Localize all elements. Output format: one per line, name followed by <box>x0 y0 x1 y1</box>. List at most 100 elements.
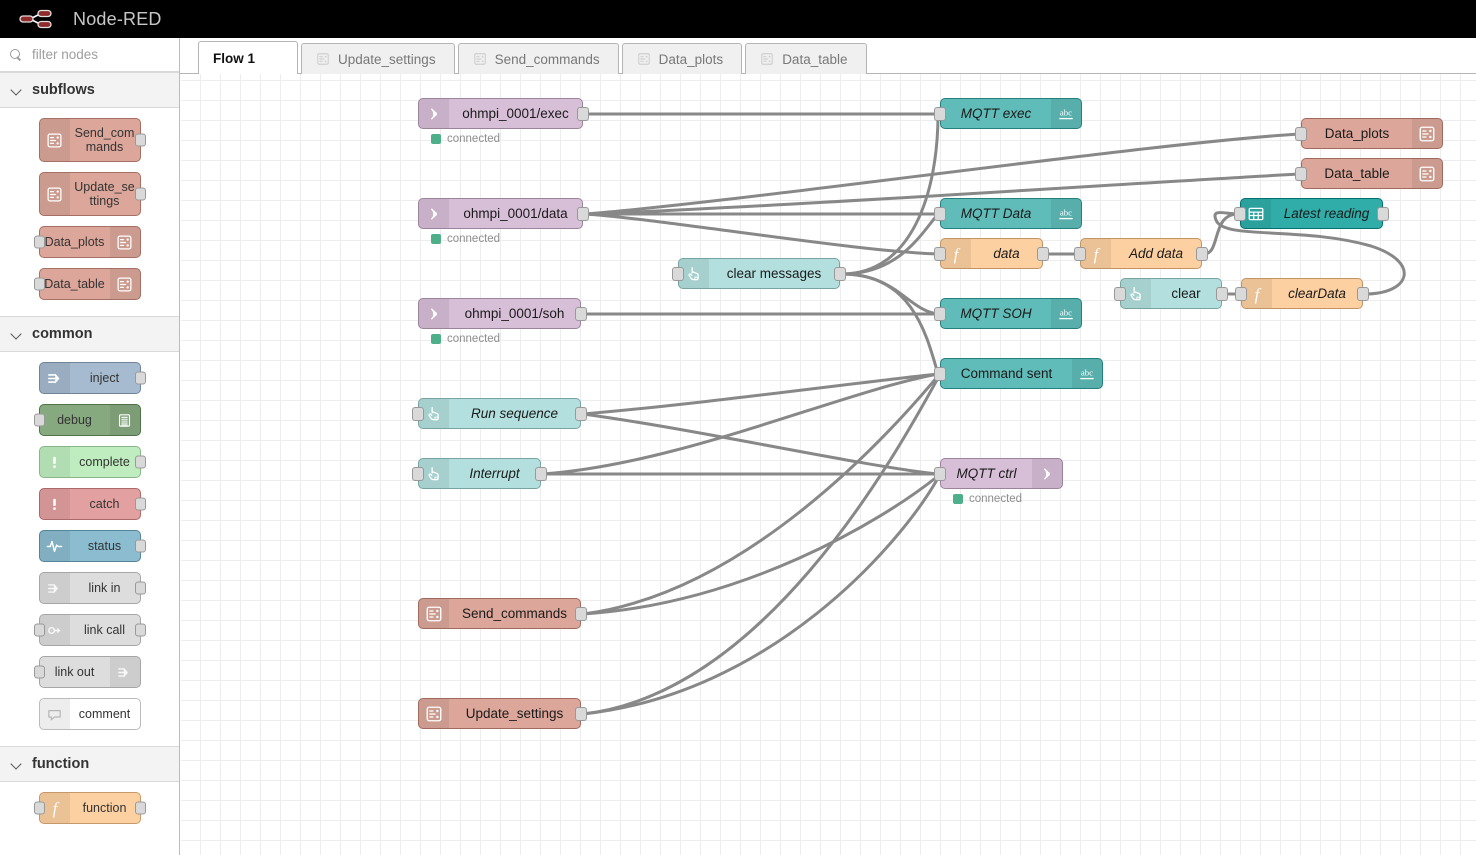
tab-data-table[interactable]: Data_table <box>745 43 866 74</box>
input-port[interactable] <box>1234 207 1246 221</box>
palette-search-row <box>0 38 179 72</box>
input-port[interactable] <box>934 207 946 221</box>
palette-node-inject[interactable]: inject <box>39 362 141 394</box>
input-port[interactable] <box>1295 127 1307 141</box>
palette-node-complete[interactable]: complete <box>39 446 141 478</box>
palette-node-link-call[interactable]: link call <box>39 614 141 646</box>
tab-data-plots[interactable]: Data_plots <box>622 43 743 74</box>
flow-node-command-sent[interactable]: Command sent abc <box>940 358 1103 389</box>
palette-node-link-in[interactable]: link in <box>39 572 141 604</box>
input-port[interactable] <box>34 236 45 249</box>
flow-node-send-commands[interactable]: Send_commands <box>418 598 581 629</box>
flow-node-data-plots[interactable]: Data_plots <box>1301 118 1443 149</box>
subflow-icon <box>1412 159 1442 188</box>
palette-category-subflows[interactable]: subflows <box>0 72 179 108</box>
input-port[interactable] <box>1295 167 1307 181</box>
output-port[interactable] <box>1357 287 1369 301</box>
node-status: connected <box>431 333 500 345</box>
output-port[interactable] <box>1216 287 1228 301</box>
flow-node-interrupt[interactable]: Interrupt <box>418 458 541 489</box>
output-port[interactable] <box>1196 247 1208 261</box>
flow-node-label: MQTT Data <box>941 206 1051 221</box>
flow-node-clear-messages[interactable]: clear messages <box>678 258 840 289</box>
output-port[interactable] <box>1377 207 1389 221</box>
flow-node-mqtt-exec[interactable]: MQTT exec abc <box>940 98 1082 129</box>
palette-category-common[interactable]: common <box>0 316 179 352</box>
flow-node-run-sequence[interactable]: Run sequence <box>418 398 581 429</box>
flow-node-label: clearData <box>1272 286 1362 301</box>
input-port[interactable] <box>934 367 946 381</box>
input-port[interactable] <box>1074 247 1086 261</box>
input-port[interactable] <box>34 624 45 637</box>
input-port[interactable] <box>934 307 946 321</box>
input-port[interactable] <box>1114 287 1126 301</box>
output-port[interactable] <box>135 624 146 637</box>
input-port[interactable] <box>1235 287 1247 301</box>
tab-flow-1[interactable]: Flow 1 <box>198 41 298 74</box>
palette-node-link-out[interactable]: link out <box>39 656 141 688</box>
flow-canvas[interactable]: ohmpi_0001/execconnected ohmpi_0001/data… <box>181 74 1476 855</box>
subflow-icon <box>1412 119 1442 148</box>
input-port[interactable] <box>934 247 946 261</box>
output-port[interactable] <box>575 407 587 421</box>
input-port[interactable] <box>34 278 45 291</box>
svg-text:abc: abc <box>1081 367 1093 377</box>
palette-node-comment[interactable]: comment <box>39 698 141 730</box>
output-port[interactable] <box>135 802 146 815</box>
palette-node-catch[interactable]: catch <box>39 488 141 520</box>
flow-node-mqtt-data[interactable]: MQTT Data abc <box>940 198 1082 229</box>
flow-node-cleardata[interactable]: fclearData <box>1241 278 1363 309</box>
flow-node-ohmpi-0001-exec[interactable]: ohmpi_0001/execconnected <box>418 98 583 129</box>
palette-node-data-plots[interactable]: Data_plots <box>39 226 141 258</box>
svg-text:abc: abc <box>1060 107 1072 117</box>
output-port[interactable] <box>575 707 587 721</box>
output-port[interactable] <box>535 467 547 481</box>
output-port[interactable] <box>135 188 146 201</box>
output-port[interactable] <box>135 540 146 553</box>
input-port[interactable] <box>34 414 45 427</box>
svg-text:abc: abc <box>1060 207 1072 217</box>
flow-node-ohmpi-0001-soh[interactable]: ohmpi_0001/sohconnected <box>418 298 581 329</box>
flow-node-add-data[interactable]: fAdd data <box>1080 238 1202 269</box>
input-port[interactable] <box>34 666 45 679</box>
input-port[interactable] <box>412 467 424 481</box>
input-port[interactable] <box>412 407 424 421</box>
flow-node-latest-reading[interactable]: Latest reading <box>1240 198 1383 229</box>
input-port[interactable] <box>934 107 946 121</box>
debug-icon <box>110 405 140 435</box>
palette-node-send-commands[interactable]: Send_commands <box>39 118 141 162</box>
palette-node-debug[interactable]: debug <box>39 404 141 436</box>
input-port[interactable] <box>934 467 946 481</box>
output-port[interactable] <box>834 267 846 281</box>
flow-node-data-table[interactable]: Data_table <box>1301 158 1443 189</box>
palette-node-data-table[interactable]: Data_table <box>39 268 141 300</box>
flow-node-ohmpi-0001-data[interactable]: ohmpi_0001/dataconnected <box>418 198 583 229</box>
palette-node-label: link call <box>70 623 140 637</box>
abc-icon: abc <box>1051 99 1081 128</box>
output-port[interactable] <box>135 498 146 511</box>
flow-node-data[interactable]: fdata <box>940 238 1043 269</box>
input-port[interactable] <box>672 267 684 281</box>
palette-node-label: Update_settings <box>70 180 140 209</box>
output-port[interactable] <box>575 307 587 321</box>
output-port[interactable] <box>577 107 589 121</box>
flow-node-mqtt-ctrl[interactable]: MQTT ctrl connected <box>940 458 1063 489</box>
search-input[interactable] <box>30 46 170 63</box>
palette-node-update-settings[interactable]: Update_settings <box>39 172 141 216</box>
flow-node-clear[interactable]: clear <box>1120 278 1222 309</box>
output-port[interactable] <box>1037 247 1049 261</box>
input-port[interactable] <box>34 802 45 815</box>
flow-node-update-settings[interactable]: Update_settings <box>418 698 581 729</box>
output-port[interactable] <box>135 134 146 147</box>
flow-node-mqtt-soh[interactable]: MQTT SOH abc <box>940 298 1082 329</box>
output-port[interactable] <box>575 607 587 621</box>
palette-category-function[interactable]: function <box>0 746 179 782</box>
output-port[interactable] <box>135 582 146 595</box>
tab-update-settings[interactable]: Update_settings <box>301 43 455 74</box>
palette-node-status[interactable]: status <box>39 530 141 562</box>
output-port[interactable] <box>135 372 146 385</box>
tab-send-commands[interactable]: Send_commands <box>458 43 619 74</box>
output-port[interactable] <box>135 456 146 469</box>
output-port[interactable] <box>577 207 589 221</box>
palette-node-function[interactable]: ffunction <box>39 792 141 824</box>
